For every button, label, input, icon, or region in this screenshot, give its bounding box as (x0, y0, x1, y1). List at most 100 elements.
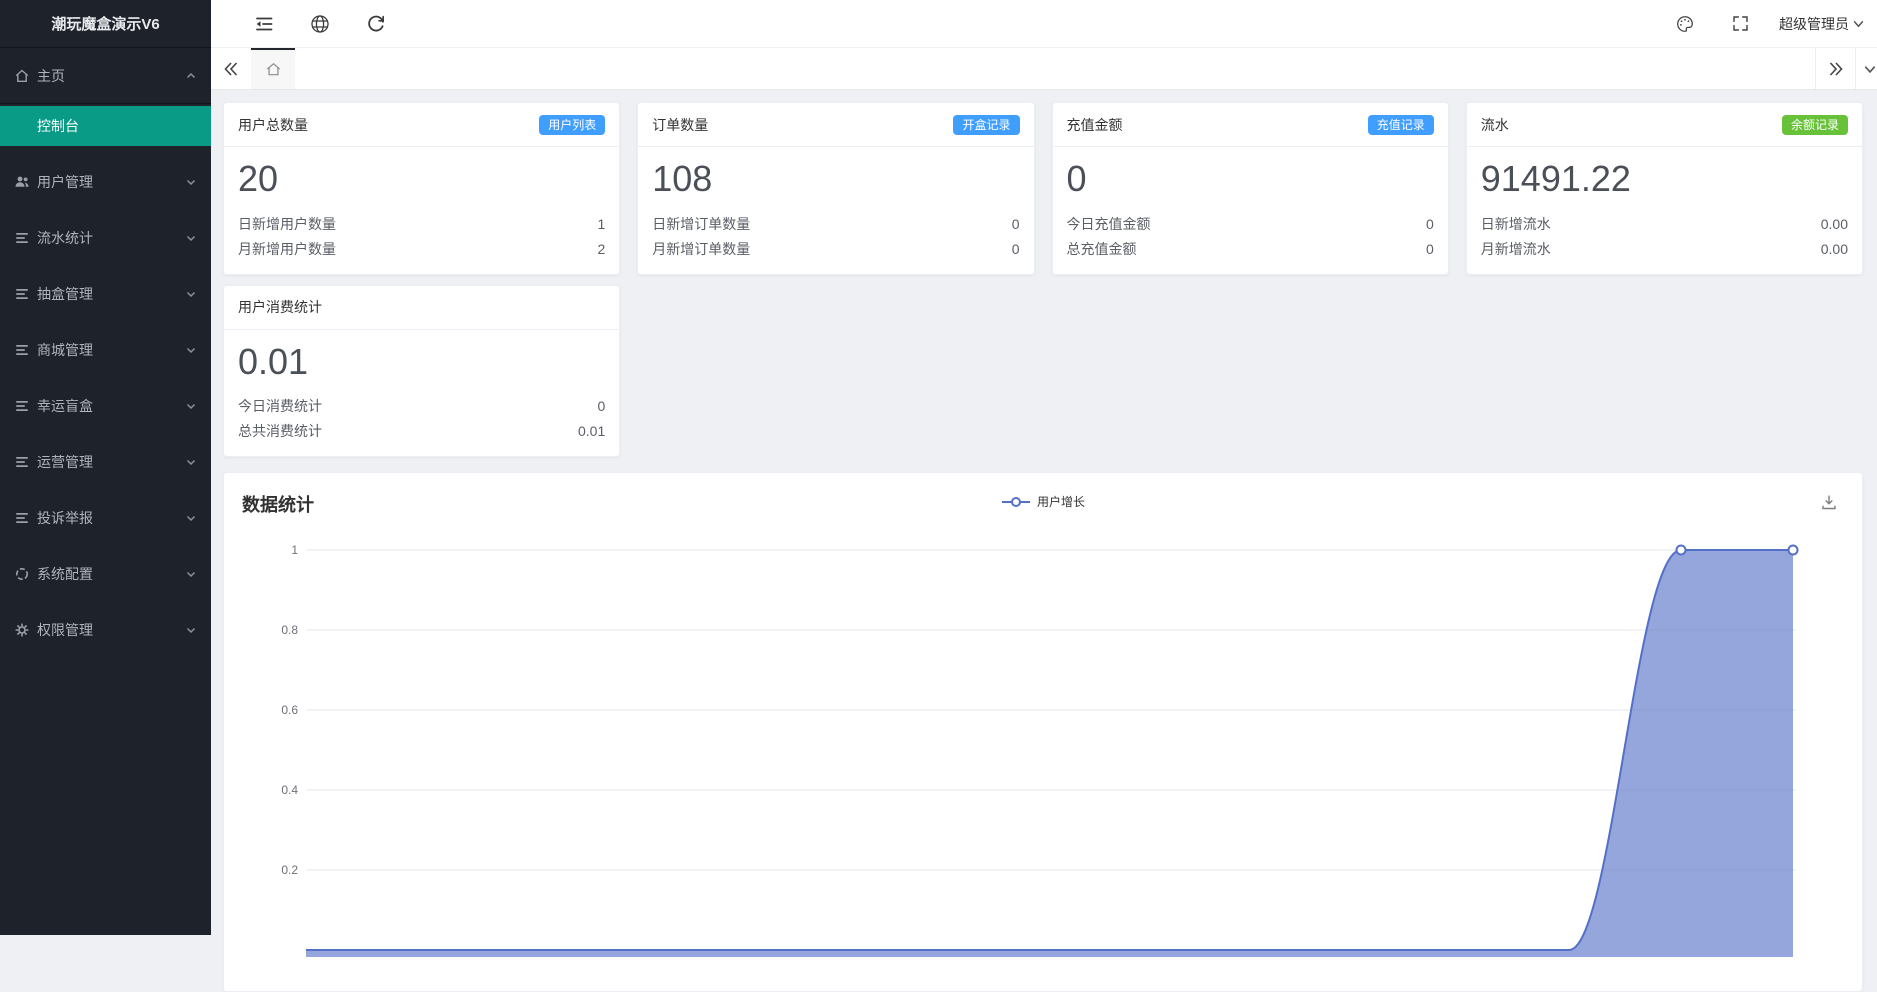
stat-label: 月新增用户数量 (238, 237, 336, 262)
main-content: 用户总数量 用户列表 20 日新增用户数量 1 月新增用户数量 2 订单数量 开… (211, 90, 1877, 992)
card-value: 108 (652, 155, 1019, 204)
topbar-left (211, 13, 404, 35)
tabs-scroll-left-button[interactable] (211, 48, 251, 89)
download-icon (1820, 493, 1838, 511)
balance-records-badge[interactable]: 余额记录 (1782, 115, 1848, 135)
chevron-down-icon (185, 232, 197, 244)
sidebar-item-system-config[interactable]: 系统配置 (0, 546, 211, 602)
top-navbar: 超级管理员 (211, 0, 1877, 48)
data-point-marker (1789, 546, 1798, 555)
card-title: 用户总数量 (238, 115, 308, 135)
tabs-empty-area (295, 48, 1815, 89)
fullscreen-icon[interactable] (1731, 14, 1751, 34)
app-title: 潮玩魔盒演示V6 (0, 0, 211, 48)
stat-card-users: 用户总数量 用户列表 20 日新增用户数量 1 月新增用户数量 2 (223, 102, 620, 275)
list-icon (14, 286, 30, 302)
chevron-down-icon (185, 344, 197, 356)
sidebar-item-label: 抽盒管理 (37, 284, 185, 304)
stat-value: 0 (1426, 237, 1434, 262)
stat-card-orders: 订单数量 开盒记录 108 日新增订单数量 0 月新增订单数量 0 (637, 102, 1034, 275)
stat-row: 今日消费统计 0 (238, 394, 605, 419)
menu-collapse-icon[interactable] (253, 13, 275, 35)
sidebar-item-label: 幸运盲盒 (37, 396, 185, 416)
refresh-icon[interactable] (365, 13, 387, 35)
second-cards-row: 用户消费统计 0.01 今日消费统计 0 总共消费统计 0.01 (223, 285, 1863, 458)
topbar-right: 超级管理员 (1657, 14, 1877, 34)
stat-label: 日新增订单数量 (652, 212, 750, 237)
legend-item-user-growth[interactable]: 用户增长 (1001, 493, 1085, 510)
sidebar-item-home[interactable]: 主页 (0, 48, 211, 104)
y-tick-label: 0.8 (281, 623, 298, 637)
sidebar-item-complaints[interactable]: 投诉举报 (0, 490, 211, 546)
stat-label: 今日充值金额 (1067, 212, 1151, 237)
chart-gridlines (306, 550, 1796, 870)
card-title: 订单数量 (652, 115, 708, 135)
sidebar-item-label: 用户管理 (37, 172, 185, 192)
tabs-options-button[interactable] (1855, 48, 1877, 89)
open-box-records-badge[interactable]: 开盒记录 (953, 115, 1019, 135)
theme-palette-icon[interactable] (1675, 14, 1695, 34)
tabs-scroll-right-button[interactable] (1815, 48, 1855, 89)
chevron-down-icon (185, 456, 197, 468)
y-tick-label: 0.4 (281, 783, 298, 797)
stat-value: 0.00 (1821, 237, 1848, 262)
stat-row: 月新增用户数量 2 (238, 237, 605, 262)
legend-line-marker-icon (1001, 496, 1031, 508)
settings-icon (14, 566, 30, 582)
user-menu[interactable]: 超级管理员 (1779, 14, 1865, 34)
globe-icon[interactable] (309, 13, 331, 35)
card-value: 0.01 (238, 338, 605, 387)
sidebar-menu: 用户管理 流水统计 抽盒管理 (0, 154, 211, 658)
sidebar-item-console[interactable]: 控制台 (0, 106, 211, 146)
tab-home[interactable] (251, 48, 295, 89)
stat-value: 0 (1012, 237, 1020, 262)
sidebar-item-label: 商城管理 (37, 340, 185, 360)
chart-card: 数据统计 用户增长 1 0.8 0.6 0.4 0.2 (223, 472, 1863, 992)
stat-row: 日新增订单数量 0 (652, 212, 1019, 237)
sidebar-item-label: 投诉举报 (37, 508, 185, 528)
stat-value: 0 (597, 394, 605, 419)
stat-row: 总共消费统计 0.01 (238, 419, 605, 444)
sidebar-item-users[interactable]: 用户管理 (0, 154, 211, 210)
sidebar-item-lucky-box[interactable]: 幸运盲盒 (0, 378, 211, 434)
home-icon (265, 61, 282, 78)
username: 超级管理员 (1779, 14, 1849, 34)
stat-label: 日新增流水 (1481, 212, 1551, 237)
data-point-marker (1677, 546, 1686, 555)
card-title: 流水 (1481, 115, 1509, 135)
sidebar-item-permissions[interactable]: 权限管理 (0, 602, 211, 658)
sidebar-item-label: 运营管理 (37, 452, 185, 472)
chevron-down-icon (185, 512, 197, 524)
save-as-image-button[interactable] (1820, 493, 1838, 511)
sidebar-item-operations[interactable]: 运营管理 (0, 434, 211, 490)
stat-card-recharge: 充值金额 充值记录 0 今日充值金额 0 总充值金额 0 (1052, 102, 1449, 275)
list-icon (14, 510, 30, 526)
stat-value: 0 (1012, 212, 1020, 237)
chevron-down-icon (185, 568, 197, 580)
gear-icon (14, 622, 30, 638)
user-growth-area-chart[interactable]: 1 0.8 0.6 0.4 0.2 (224, 533, 1863, 957)
sidebar-item-label: 流水统计 (37, 228, 185, 248)
card-title: 用户消费统计 (238, 297, 322, 317)
stat-value: 1 (597, 212, 605, 237)
sidebar-item-box-mgmt[interactable]: 抽盒管理 (0, 266, 211, 322)
sidebar-item-mall-mgmt[interactable]: 商城管理 (0, 322, 211, 378)
stat-cards-row: 用户总数量 用户列表 20 日新增用户数量 1 月新增用户数量 2 订单数量 开… (223, 102, 1863, 275)
sidebar-item-label: 权限管理 (37, 620, 185, 640)
list-icon (14, 230, 30, 246)
series-line (306, 550, 1793, 950)
y-tick-label: 0.6 (281, 703, 298, 717)
card-title: 充值金额 (1067, 115, 1123, 135)
list-icon (14, 342, 30, 358)
area-fill (306, 550, 1793, 957)
stat-value: 2 (597, 237, 605, 262)
sidebar-item-flow-stats[interactable]: 流水统计 (0, 210, 211, 266)
stat-value: 0.00 (1821, 212, 1848, 237)
chevron-down-icon (185, 624, 197, 636)
stat-card-flow: 流水 余额记录 91491.22 日新增流水 0.00 月新增流水 0.00 (1466, 102, 1863, 275)
stat-value: 0.01 (578, 419, 605, 444)
user-list-badge[interactable]: 用户列表 (539, 115, 605, 135)
sidebar-item-label: 系统配置 (37, 564, 185, 584)
card-value: 91491.22 (1481, 155, 1848, 204)
recharge-records-badge[interactable]: 充值记录 (1368, 115, 1434, 135)
